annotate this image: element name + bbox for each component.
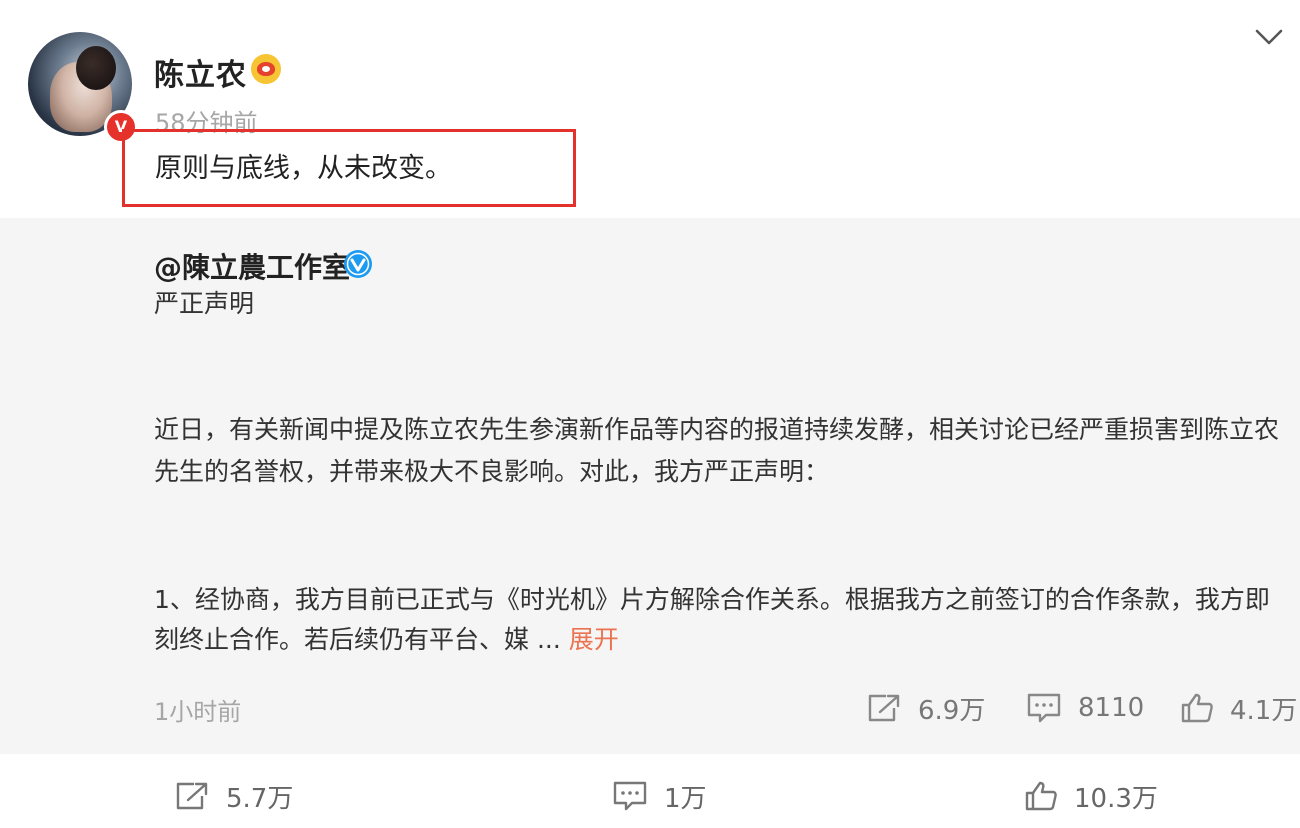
repost-share-count: 6.9万	[918, 695, 986, 726]
share-button[interactable]: 5.7万	[174, 778, 293, 814]
post-text: 原则与底线，从未改变。	[155, 153, 452, 184]
like-count: 10.3万	[1074, 783, 1158, 814]
comment-icon	[1027, 693, 1061, 723]
comment-count: 1万	[664, 783, 707, 814]
repost-paragraph-1-line-1: 近日，有关新闻中提及陈立农先生参演新作品等内容的报道持续发酵，相关讨论已经严重损…	[154, 415, 1280, 444]
thumbs-up-icon	[1025, 781, 1057, 811]
repost-paragraph-2-text: 刻终止合作。若后续仍有平台、媒	[154, 625, 530, 654]
like-button[interactable]: 10.3万	[1024, 778, 1158, 814]
weibo-member-icon[interactable]	[251, 54, 281, 84]
repost-like-button[interactable]: 4.1万	[1180, 690, 1297, 726]
share-icon	[868, 694, 900, 722]
expand-link[interactable]: 展开	[569, 625, 619, 654]
share-icon	[176, 782, 208, 810]
ellipsis: ...	[536, 625, 561, 654]
author-name[interactable]: 陈立农	[154, 50, 247, 94]
repost-paragraph-2-line-2: 刻终止合作。若后续仍有平台、媒 ... 展开	[154, 620, 619, 660]
comment-icon	[613, 781, 647, 811]
repost-comment-button[interactable]: 8110	[1026, 690, 1144, 726]
bottom-action-bar: 5.7万 1万 10.3万	[0, 754, 1300, 828]
avatar-hair	[76, 46, 116, 90]
repost-like-count: 4.1万	[1230, 695, 1298, 726]
share-count: 5.7万	[226, 783, 294, 814]
comment-button[interactable]: 1万	[612, 778, 707, 814]
repost-time[interactable]: 1小时前	[154, 692, 241, 727]
repost-title: 严正声明	[154, 289, 255, 318]
repost-share-button[interactable]: 6.9万	[866, 690, 985, 726]
repost-paragraph-1-line-2: 先生的名誉权，并带来极大不良影响。对此，我方严正声明：	[154, 457, 830, 486]
chevron-down-icon[interactable]	[1254, 26, 1284, 48]
repost-author[interactable]: @陳立農工作室	[154, 246, 350, 286]
repost-paragraph-2-line-1: 1、经协商，我方目前已正式与《时光机》片方解除合作关系。根据我方之前签订的合作条…	[154, 585, 1270, 614]
thumbs-up-icon	[1181, 693, 1213, 723]
repost-card[interactable]: @陳立農工作室 严正声明 近日，有关新闻中提及陈立农先生参演新作品等内容的报道持…	[0, 218, 1300, 754]
blue-v-icon	[344, 250, 372, 278]
repost-comment-count: 8110	[1078, 693, 1145, 723]
highlight-box: 原则与底线，从未改变。	[122, 129, 576, 207]
